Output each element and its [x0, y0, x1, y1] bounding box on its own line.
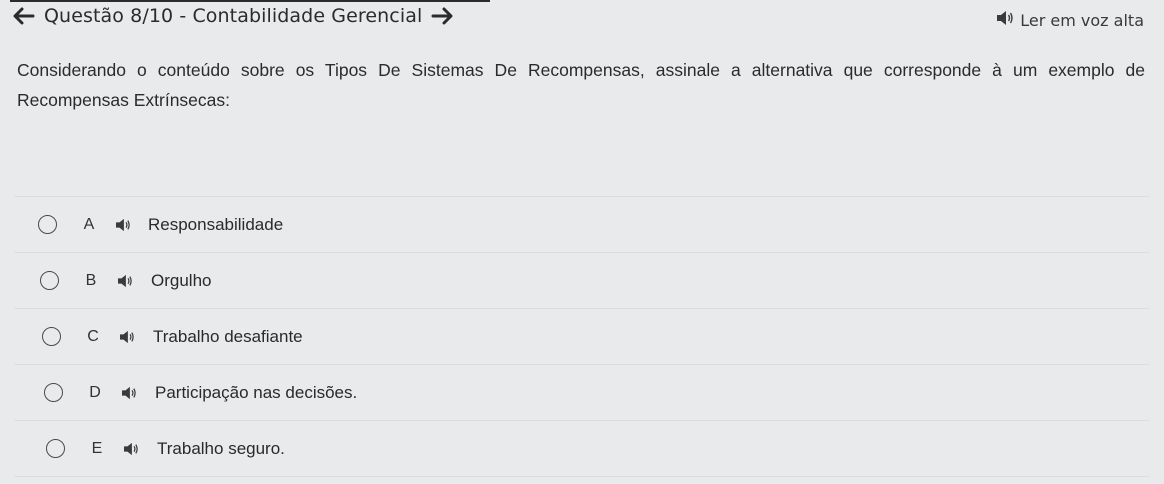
speaker-icon — [996, 10, 1014, 30]
option-a[interactable]: A Responsabilidade — [14, 196, 1149, 252]
speaker-icon[interactable] — [115, 217, 133, 233]
option-text: Orgulho — [151, 270, 212, 290]
speaker-icon[interactable] — [119, 329, 137, 345]
option-text: Trabalho desafiante — [153, 326, 303, 346]
arrow-right-icon[interactable] — [430, 6, 454, 26]
option-letter: B — [85, 271, 97, 289]
option-letter: E — [91, 439, 103, 457]
read-aloud-button[interactable]: Ler em voz alta — [996, 10, 1144, 30]
option-text: Responsabilidade — [148, 214, 284, 234]
option-letter: C — [87, 327, 99, 345]
page-title: Questão 8/10 - Contabilidade Gerencial — [44, 5, 423, 27]
option-text: Trabalho seguro. — [157, 438, 285, 458]
speaker-icon[interactable] — [121, 385, 139, 401]
question-header: Questão 8/10 - Contabilidade Gerencial — [12, 4, 454, 28]
speaker-icon[interactable] — [123, 441, 141, 457]
top-divider — [10, 0, 490, 2]
answer-options: A Responsabilidade B Orgulho C Trabalho … — [14, 196, 1149, 477]
radio-button[interactable] — [46, 439, 65, 458]
arrow-left-icon[interactable] — [12, 6, 36, 26]
option-e[interactable]: E Trabalho seguro. — [14, 420, 1149, 477]
radio-button[interactable] — [38, 215, 57, 234]
option-b[interactable]: B Orgulho — [14, 252, 1149, 308]
speaker-icon[interactable] — [117, 273, 135, 289]
option-letter: A — [83, 215, 95, 233]
radio-button[interactable] — [44, 383, 63, 402]
option-d[interactable]: D Participação nas decisões. — [14, 364, 1149, 420]
option-c[interactable]: C Trabalho desafiante — [14, 308, 1149, 364]
read-aloud-label: Ler em voz alta — [1020, 10, 1144, 30]
option-letter: D — [89, 383, 101, 401]
radio-button[interactable] — [42, 327, 61, 346]
question-text: Considerando o conteúdo sobre os Tipos D… — [17, 60, 1145, 110]
radio-button[interactable] — [40, 271, 59, 290]
option-text: Participação nas decisões. — [155, 382, 358, 402]
